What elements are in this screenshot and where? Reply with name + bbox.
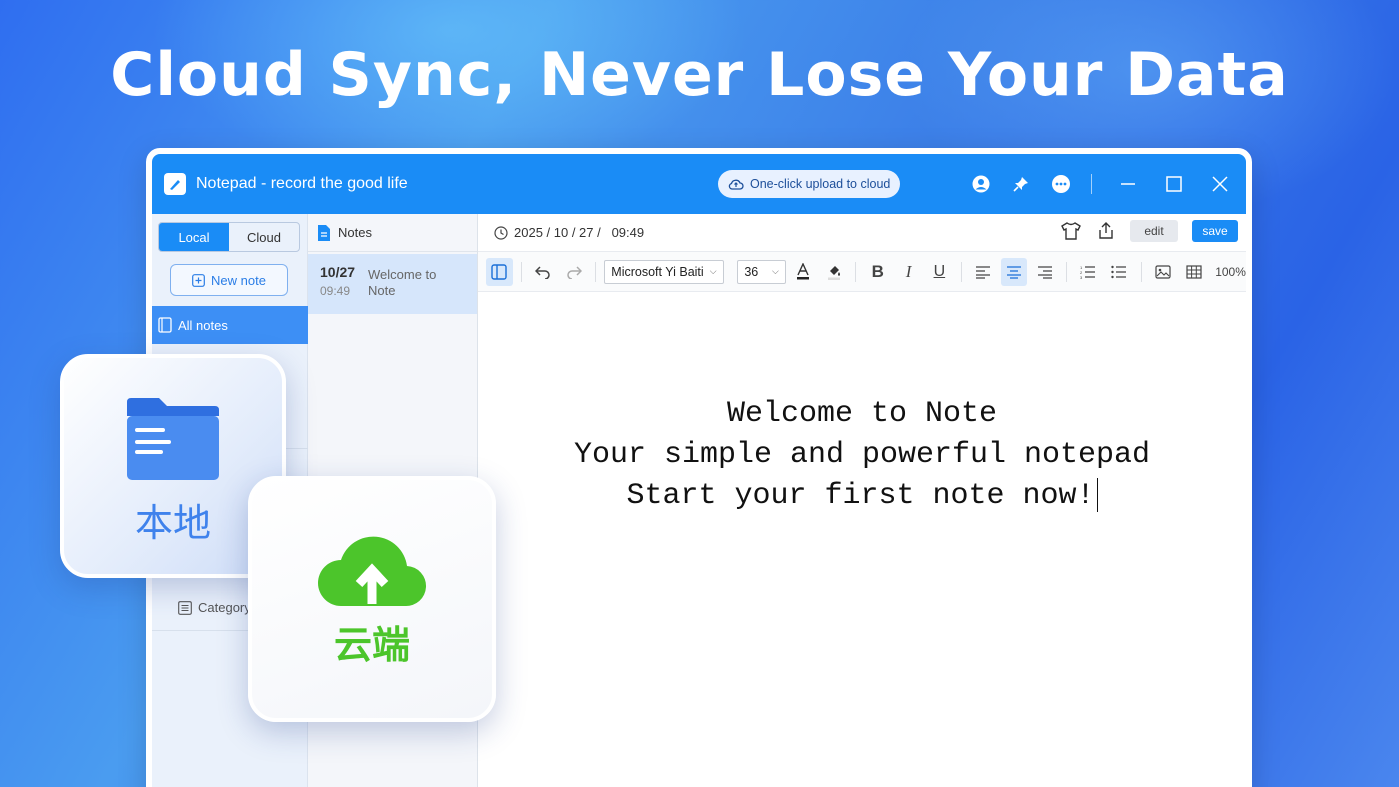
more-icon[interactable]: [1049, 172, 1073, 196]
toolbar-divider: [1140, 261, 1142, 282]
app-logo-icon: [164, 173, 186, 195]
toolbar-divider: [855, 261, 857, 282]
sidebar-item-label: Category: [198, 600, 251, 615]
sidebar-toggle-icon[interactable]: [486, 257, 513, 286]
title-bar: Notepad - record the good life One-click…: [152, 154, 1246, 214]
window-title: Notepad - record the good life: [196, 175, 408, 192]
sidebar-item-label: All notes: [178, 317, 228, 333]
clock-icon: [494, 225, 508, 240]
tab-local[interactable]: Local: [159, 223, 229, 251]
note-timestamp: 2025 / 10 / 27 / 09:49: [494, 225, 644, 240]
folder-icon: [127, 398, 219, 480]
note-line: Your simple and powerful notepad: [573, 438, 1151, 472]
titlebar-divider: [1091, 174, 1092, 194]
highlight-icon[interactable]: [821, 258, 848, 286]
user-icon[interactable]: [969, 172, 993, 196]
tab-cloud[interactable]: Cloud: [229, 223, 299, 251]
notes-header-label: Notes: [338, 225, 372, 240]
align-right-icon[interactable]: [1031, 258, 1058, 286]
note-line: Welcome to Note: [726, 397, 998, 431]
italic-icon[interactable]: I: [895, 258, 922, 286]
font-size-value: 36: [744, 264, 759, 279]
chevron-down-icon: ⌵: [771, 266, 779, 276]
cloud-storage-card: 云端: [248, 476, 496, 722]
pin-icon[interactable]: [1009, 172, 1033, 196]
note-body[interactable]: Welcome to Note Your simple and powerful…: [478, 394, 1246, 517]
edit-button[interactable]: edit: [1130, 220, 1178, 242]
new-note-label: New note: [211, 272, 266, 288]
svg-text:3: 3: [1080, 275, 1083, 279]
plus-square-icon: [192, 273, 205, 287]
storage-toggle: Local Cloud: [158, 222, 300, 252]
image-icon[interactable]: [1150, 258, 1177, 286]
font-family-value: Microsoft Yi Baiti: [611, 264, 704, 279]
chevron-down-icon: ⌵: [709, 266, 717, 276]
minimize-icon[interactable]: [1116, 172, 1140, 196]
cloud-upload-icon: [318, 536, 427, 607]
list-icon: [178, 600, 192, 615]
close-icon[interactable]: [1208, 172, 1232, 196]
editor-header: 2025 / 10 / 27 / 09:49 edit save: [478, 214, 1246, 252]
save-button[interactable]: save: [1192, 220, 1238, 242]
align-center-icon[interactable]: [1000, 257, 1028, 286]
upload-to-cloud-button[interactable]: One-click upload to cloud: [718, 170, 901, 198]
toolbar-divider: [1066, 261, 1068, 282]
undo-icon[interactable]: [530, 258, 557, 286]
font-size-select[interactable]: 36 ⌵: [737, 259, 786, 284]
note-title: Welcome to Note: [368, 267, 437, 298]
toolbar-divider: [520, 261, 522, 282]
upload-label: One-click upload to cloud: [750, 177, 891, 191]
editor: 2025 / 10 / 27 / 09:49 edit save Microso…: [478, 214, 1246, 787]
notebook-icon: [158, 317, 172, 333]
bullet-list-icon[interactable]: [1106, 258, 1133, 286]
new-note-button[interactable]: New note: [170, 264, 288, 296]
sidebar-item-all-notes[interactable]: All notes: [152, 306, 308, 344]
document-icon: [318, 224, 330, 241]
share-icon[interactable]: [1096, 221, 1116, 241]
maximize-icon[interactable]: [1162, 172, 1186, 196]
sidebar-item-category[interactable]: Category: [178, 600, 251, 615]
table-icon[interactable]: [1180, 258, 1207, 286]
font-color-icon[interactable]: [790, 258, 817, 286]
theme-shirt-icon[interactable]: [1060, 221, 1082, 241]
note-line: Start your first note now!: [626, 479, 1095, 513]
format-toolbar: Microsoft Yi Baiti ⌵ 36 ⌵ B I U 1 2 3 10…: [478, 252, 1246, 292]
bold-icon[interactable]: B: [864, 258, 891, 286]
cloud-label: 云端: [333, 623, 410, 667]
local-label: 本地: [134, 501, 211, 545]
numbered-list-icon[interactable]: 123: [1075, 258, 1102, 286]
zoom-level[interactable]: 100%: [1215, 265, 1246, 279]
headline: Cloud Sync, Never Lose Your Data: [110, 40, 1289, 110]
align-left-icon[interactable]: [970, 258, 997, 286]
underline-icon[interactable]: U: [926, 258, 953, 286]
toolbar-divider: [960, 261, 962, 282]
list-item[interactable]: 10/27 09:49 Welcome to Note: [308, 254, 477, 314]
note-line-last: Start your first note now!: [478, 476, 1246, 517]
text-caret: [1096, 478, 1098, 513]
cloud-upload-icon: [728, 179, 744, 190]
redo-icon[interactable]: [561, 258, 588, 286]
timestamp-text: 2025 / 10 / 27 / 09:49: [514, 225, 645, 240]
notes-header: Notes: [308, 214, 477, 252]
toolbar-divider: [595, 261, 597, 282]
font-family-select[interactable]: Microsoft Yi Baiti ⌵: [604, 259, 724, 284]
